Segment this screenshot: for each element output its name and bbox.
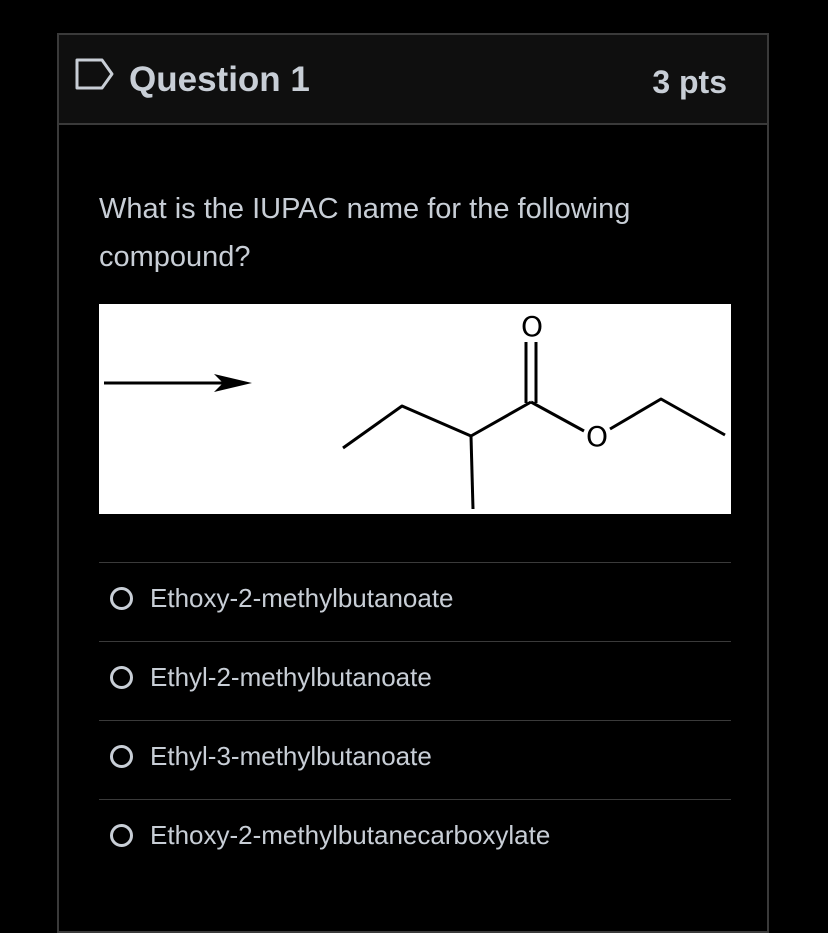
answer-option-3[interactable]: Ethyl-3-methylbutanoate [99,720,731,799]
radio-button-icon[interactable] [110,587,133,610]
structure-drawing: O O [104,310,726,510]
answer-option-1[interactable]: Ethoxy-2-methylbutanoate [99,562,731,641]
question-prompt: What is the IUPAC name for the following… [99,193,631,273]
answer-label[interactable]: Ethoxy-2-methylbutanecarboxylate [150,817,550,853]
ethyl-bonds [609,397,726,437]
radio-button-icon[interactable] [110,666,133,689]
answer-list: Ethoxy-2-methylbutanoate Ethyl-2-methylb… [99,562,731,878]
bookmark-flag-icon[interactable] [74,57,116,91]
question-card: Question 1 3 pts What is the IUPAC name … [57,33,769,933]
question-header: Question 1 3 pts [59,35,767,125]
methyl-bond [469,435,475,510]
radio-button-icon[interactable] [110,824,133,847]
main-chain-bonds [342,400,532,450]
carbonyl-oxygen-label: O [521,310,543,343]
ester-oxygen-label: O [586,420,608,453]
question-points: 3 pts [652,64,727,100]
answer-label[interactable]: Ethyl-2-methylbutanoate [150,659,432,695]
answer-option-4[interactable]: Ethoxy-2-methylbutanecarboxylate [99,799,731,878]
ester-bond-1 [530,400,585,433]
compound-structure-image: O O [99,304,731,514]
answer-label[interactable]: Ethyl-3-methylbutanoate [150,738,432,774]
question-title: Question 1 [129,60,310,99]
answer-label[interactable]: Ethoxy-2-methylbutanoate [150,580,454,616]
radio-button-icon[interactable] [110,745,133,768]
answer-option-2[interactable]: Ethyl-2-methylbutanoate [99,641,731,720]
